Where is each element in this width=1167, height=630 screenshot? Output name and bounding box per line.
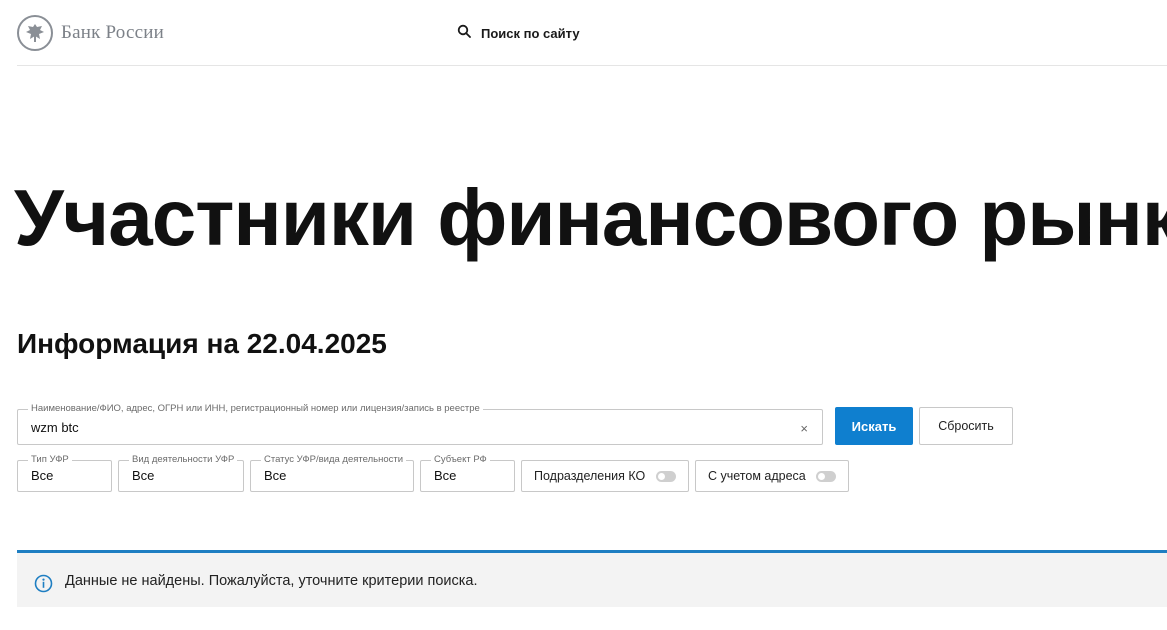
search-icon — [457, 24, 471, 43]
toggle-with-address-label: С учетом адреса — [708, 469, 806, 483]
query-field[interactable]: Наименование/ФИО, адрес, ОГРН или ИНН, р… — [17, 403, 823, 445]
site-search-link[interactable]: Поиск по сайту — [457, 22, 580, 44]
notice-text: Данные не найдены. Пожалуйста, уточните … — [65, 573, 478, 589]
filter-region-label: Субъект РФ — [431, 454, 490, 466]
filter-activity-type[interactable]: Вид деятельности УФР Все — [118, 454, 244, 492]
filter-ufr-type[interactable]: Тип УФР Все — [17, 454, 112, 492]
reset-button[interactable]: Сбросить — [919, 407, 1013, 445]
query-field-label: Наименование/ФИО, адрес, ОГРН или ИНН, р… — [28, 403, 483, 415]
site-search-label: Поиск по сайту — [481, 25, 580, 41]
clear-query-icon[interactable]: × — [800, 421, 808, 436]
filter-activity-type-value: Все — [132, 468, 155, 483]
toggle-with-address[interactable]: С учетом адреса — [695, 460, 849, 492]
toggle-ko-branches[interactable]: Подразделения КО — [521, 460, 689, 492]
filter-activity-type-label: Вид деятельности УФР — [129, 454, 238, 466]
info-date-heading: Информация на 22.04.2025 — [17, 328, 387, 359]
toggle-switch[interactable] — [656, 470, 676, 482]
search-button[interactable]: Искать — [835, 407, 913, 445]
toggle-ko-branches-label: Подразделения КО — [534, 469, 646, 483]
eagle-emblem-icon — [17, 15, 53, 51]
site-header: Банк России Поиск по сайту — [17, 0, 1167, 66]
toggle-switch[interactable] — [816, 470, 836, 482]
filter-status-value: Все — [264, 468, 287, 483]
toggle-knob — [818, 472, 825, 480]
bank-logo[interactable]: Банк России — [17, 15, 164, 51]
toggle-knob — [658, 472, 665, 480]
filter-ufr-type-value: Все — [31, 468, 54, 483]
filter-status-label: Статус УФР/вида деятельности — [261, 454, 407, 466]
filter-region[interactable]: Субъект РФ Все — [420, 454, 515, 492]
no-results-notice: Данные не найдены. Пожалуйста, уточните … — [17, 550, 1167, 607]
filter-ufr-type-label: Тип УФР — [28, 454, 72, 466]
info-icon — [34, 574, 53, 598]
filter-status[interactable]: Статус УФР/вида деятельности Все — [250, 454, 414, 492]
logo-text: Банк России — [61, 22, 164, 43]
filter-region-value: Все — [434, 468, 457, 483]
page: Банк России Поиск по сайту Участники фин… — [0, 0, 1167, 630]
query-input[interactable]: wzm btc — [31, 420, 79, 435]
page-title: Участники финансового рынка — [14, 173, 1167, 262]
